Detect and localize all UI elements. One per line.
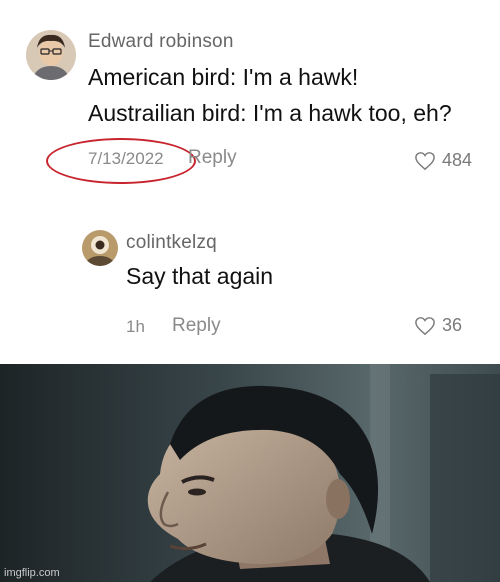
- heart-outline-icon: [415, 316, 435, 335]
- heart-outline-icon: [415, 151, 435, 170]
- comment-text-line-2: Austrailian bird: I'm a hawk too, eh?: [88, 100, 452, 126]
- like-button[interactable]: 36: [414, 315, 462, 336]
- avatar-edward[interactable]: [26, 30, 76, 80]
- avatar-image: [26, 30, 76, 80]
- like-count: 484: [442, 150, 473, 170]
- like-count: 36: [442, 315, 463, 335]
- avatar-image: [82, 230, 118, 266]
- watermark: imgflip.com: [4, 567, 60, 579]
- comment-username[interactable]: Edward robinson: [88, 31, 234, 53]
- avatar-colintkelzq[interactable]: [82, 230, 118, 266]
- comment-thread: Edward robinson American bird: I'm a haw…: [0, 0, 500, 364]
- comment-username[interactable]: colintkelzq: [126, 232, 217, 254]
- comment-text: Say that again: [126, 263, 274, 289]
- man-reaction-image: [0, 364, 500, 582]
- date-highlight-circle: [46, 138, 196, 184]
- reply-button[interactable]: Reply: [172, 315, 221, 337]
- comment-time: 1h: [126, 317, 145, 336]
- reply-button[interactable]: Reply: [188, 147, 237, 169]
- reaction-photo: imgflip.com: [0, 364, 500, 582]
- like-button[interactable]: 484: [414, 150, 472, 171]
- comment-text-line-1: American bird: I'm a hawk!: [88, 64, 359, 90]
